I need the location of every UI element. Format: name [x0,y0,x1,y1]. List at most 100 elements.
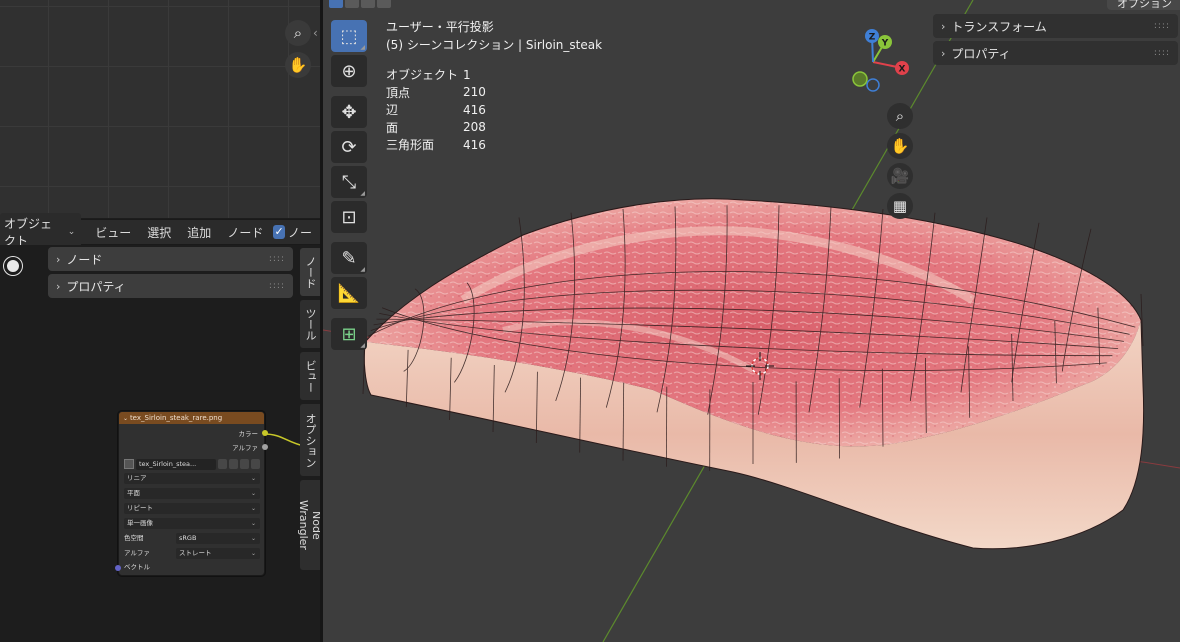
node-sidebar: › ノード :::: › プロパティ :::: [48,247,293,301]
use-nodes-label: ノー [287,225,312,240]
select-box-icon: ⬚ [340,25,358,47]
chevron-down-icon: ⌄ [67,227,76,237]
hand-pan-icon[interactable]: ✋ [887,133,913,159]
image-name-field[interactable]: tex_Sirloin_stea... [136,458,216,470]
interpolation-dropdown[interactable]: リニア ⌄ [124,473,260,484]
grip-icon[interactable]: :::: [1154,48,1170,58]
interpolation-value: リニア [127,474,147,482]
move-tool[interactable]: ✥ [331,96,367,128]
output-color-label: カラー [238,430,259,438]
mode-invert-icon[interactable] [377,0,391,8]
select-box-tool[interactable]: ⬚ ◢ [331,20,367,52]
tab-view[interactable]: ビュー [300,352,320,400]
navigation-gizmo[interactable]: Y Z X [835,26,915,96]
chevron-right-icon: › [56,279,61,293]
tab-tool[interactable]: ツール [300,300,320,348]
tab-options[interactable]: オプション [300,404,320,476]
zoom-icon[interactable]: ⌕ [285,20,311,46]
grid-icon[interactable]: ▦ [887,193,913,219]
camera-icon[interactable]: 🎥 [887,163,913,189]
collapse-arrow-icon[interactable]: ‹ [313,26,318,40]
scene-statistics: オブジェクト 1 頂点 210 辺 416 面 208 三角形面 416 [386,66,486,154]
collapse-icon[interactable]: ⌄ [123,415,130,422]
stat-value: 1 [463,67,471,82]
extension-value: リピート [127,504,153,512]
panel-node[interactable]: › ノード :::: [48,247,293,271]
alpha-mode-row: アルファ ストレート ⌄ [124,548,260,559]
tool-shelf: ⬚ ◢ ⊕ ✥ ⟳ ⤡ ◢ ⊡ ✎ ◢ 📐 ⊞ ◢ [331,20,369,353]
chevron-right-icon: › [941,19,946,33]
grip-icon[interactable]: :::: [1154,21,1170,31]
stat-row: 三角形面 416 [386,136,486,154]
gizmo-neg-z[interactable] [866,78,880,92]
image-icon[interactable] [124,459,134,469]
chevron-down-icon: ⌄ [250,505,256,512]
mode-extend-icon[interactable] [345,0,359,8]
stat-label: 頂点 [386,85,411,100]
vector-socket[interactable] [115,565,121,571]
3d-viewport[interactable]: ⬚ ◢ ⊕ ✥ ⟳ ⤡ ◢ ⊡ ✎ ◢ 📐 ⊞ ◢ ユーザー・平行投影 (5) シーンコ… [323,0,1180,642]
panel-node-label: ノード [66,252,103,267]
projection-dropdown[interactable]: 平面 ⌄ [124,488,260,499]
colorspace-label: 色空間 [124,534,144,542]
grip-icon[interactable]: :::: [269,281,285,291]
selection-mode-strip[interactable] [329,0,391,8]
mode-subtract-icon[interactable] [361,0,375,8]
tab-node-wrangler[interactable]: Node Wrangler [297,480,323,570]
gizmo-y-label: Y [881,39,889,49]
stat-label: 三角形面 [386,138,435,153]
node-title[interactable]: ⌄ tex_Sirloin_steak_rare.png [119,412,264,424]
tab-node[interactable]: ノード [300,248,320,296]
hand-pan-icon[interactable]: ✋ [285,52,311,78]
grip-icon[interactable]: :::: [269,254,285,264]
transform-icon: ⊡ [341,206,357,228]
extension-dropdown[interactable]: リピート ⌄ [124,503,260,514]
measure-tool[interactable]: 📐 [331,277,367,309]
folder-icon[interactable] [240,459,249,469]
vector-input-label: ベクトル [124,563,150,571]
stat-value: 210 [463,85,486,100]
chevron-down-icon: ⌄ [250,490,256,497]
stat-row: 頂点 210 [386,84,486,102]
node-editor-header: オブジェクト ⌄ ビュー 選択 追加 ノード ✓ ノー [0,213,320,251]
gizmo-neg-y[interactable] [852,71,868,87]
chevron-right-icon: › [56,252,61,266]
use-nodes-checkbox[interactable]: ✓ [273,225,285,239]
add-cube-icon: ⊞ [341,323,357,345]
color-socket[interactable] [262,430,268,436]
annotate-tool[interactable]: ✎ ◢ [331,242,367,274]
shader-type-icon[interactable] [4,257,22,275]
options-button[interactable]: オプション [1107,0,1180,10]
panel-properties[interactable]: › プロパティ :::: [933,41,1178,65]
panel-properties-label: プロパティ [951,46,1011,61]
transform-tool[interactable]: ⊡ [331,201,367,233]
panel-transform[interactable]: › トランスフォーム :::: [933,14,1178,38]
menu-node[interactable]: ノード [219,224,271,241]
scale-icon: ⤡ [341,171,357,193]
alpha-socket[interactable] [262,444,268,450]
cursor-tool[interactable]: ⊕ [331,55,367,87]
alpha-mode-dropdown[interactable]: ストレート ⌄ [176,548,260,559]
alpha-mode-label: アルファ [124,549,150,557]
colorspace-dropdown[interactable]: sRGB ⌄ [176,533,260,544]
zoom-icon[interactable]: ⌕ [887,103,913,129]
close-icon[interactable] [251,459,260,469]
menu-view[interactable]: ビュー [87,224,139,241]
source-dropdown[interactable]: 単一画像 ⌄ [124,518,260,529]
scale-tool[interactable]: ⤡ ◢ [331,166,367,198]
colorspace-value: sRGB [179,534,197,542]
mode-new-icon[interactable] [329,0,343,8]
menu-add[interactable]: 追加 [179,224,219,241]
chevron-down-icon: ⌄ [250,550,256,557]
view-name: ユーザー・平行投影 [386,20,494,34]
rotate-tool[interactable]: ⟳ [331,131,367,163]
panel-properties[interactable]: › プロパティ :::: [48,274,293,298]
menu-select[interactable]: 選択 [139,224,179,241]
gizmo-z-label: Z [869,33,876,43]
image-texture-node[interactable]: ⌄ tex_Sirloin_steak_rare.png カラー アルファ te… [115,411,268,576]
fake-user-icon[interactable] [218,459,227,469]
duplicate-icon[interactable] [229,459,238,469]
alpha-mode-value: ストレート [179,549,212,557]
corner-icon: ◢ [360,190,365,197]
add-cube-tool[interactable]: ⊞ ◢ [331,318,367,350]
